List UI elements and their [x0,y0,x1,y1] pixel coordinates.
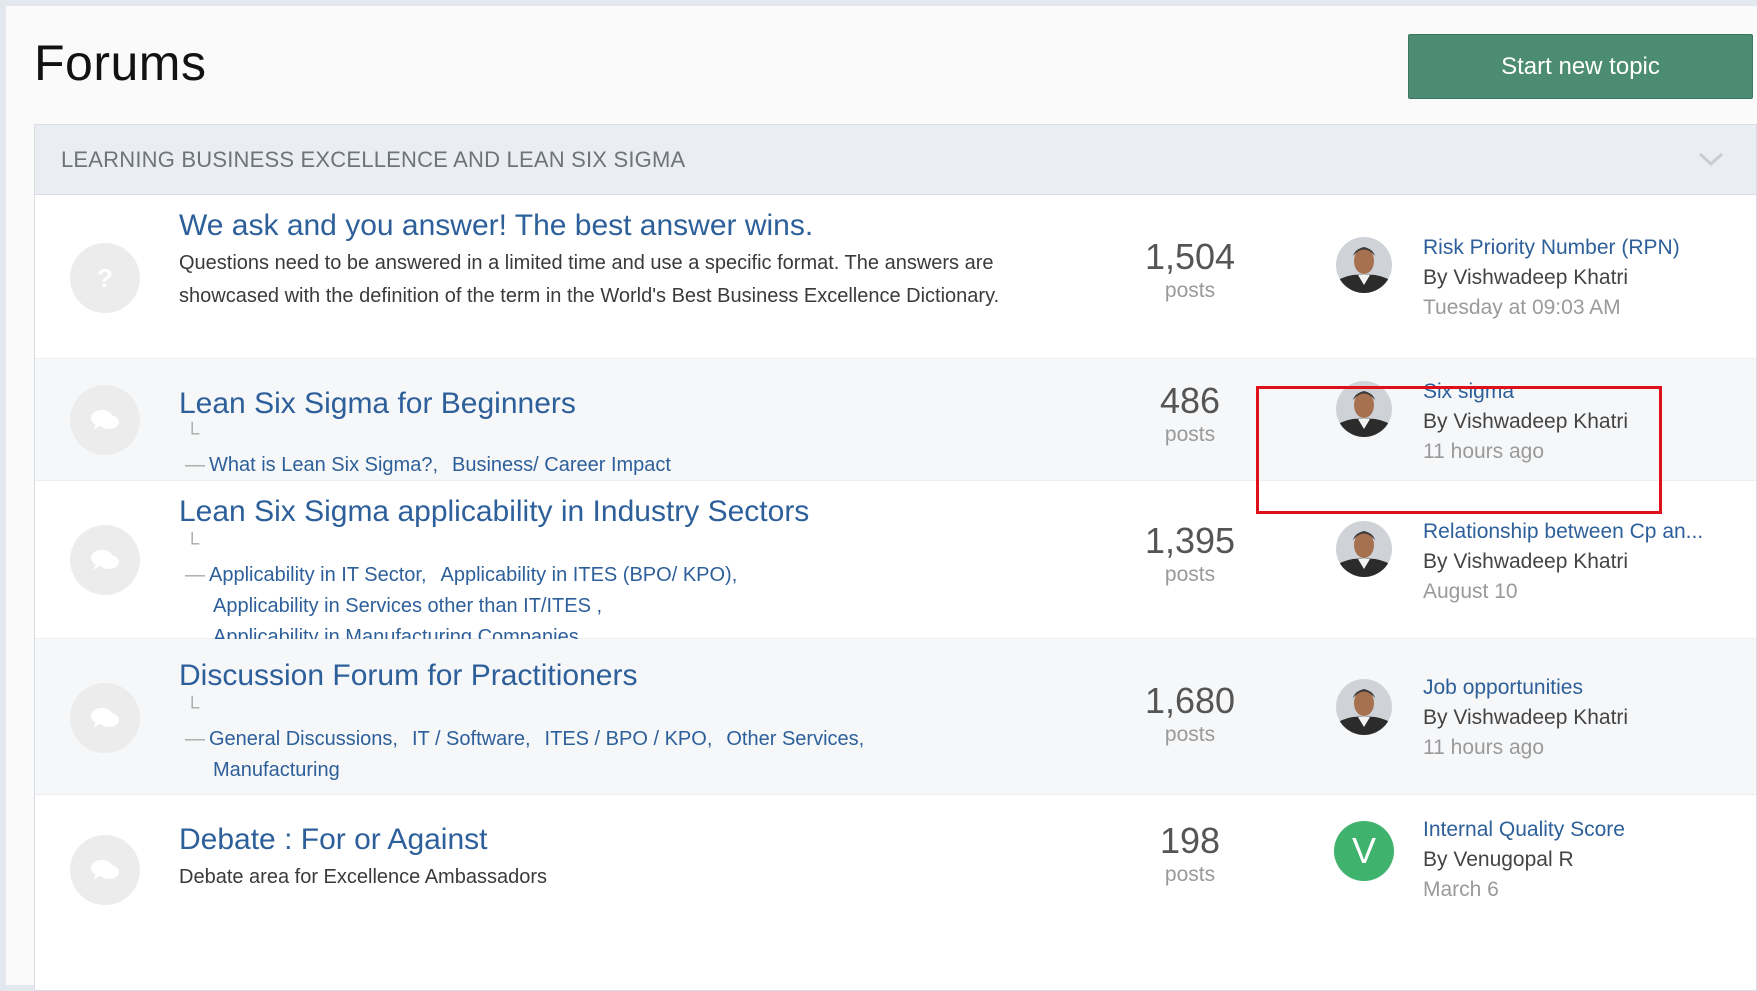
post-count: 198 posts [1115,821,1265,889]
page-title: Forums [34,35,207,91]
subforum-link[interactable]: Applicability in IT Sector, [209,564,427,586]
forum-row: Discussion Forum for Practitioners └— Gen… [35,639,1756,795]
forum-title[interactable]: Lean Six Sigma applicability in Industry… [179,495,809,529]
by-label: By [1423,266,1448,289]
subforum-list: └— General Discussions, IT / Software, ITES… [179,693,999,786]
last-post-info: Internal Quality Score By Venugopal R Ma… [1423,815,1723,905]
post-count: 1,395 posts [1115,521,1265,589]
avatar[interactable]: V [1334,821,1394,881]
post-count-value: 1,395 [1144,520,1236,561]
forum-row: Debate : For or Against Debate area for … [35,795,1756,935]
by-label: By [1423,706,1448,729]
post-count: 1,680 posts [1115,681,1265,749]
last-post-info: Risk Priority Number (RPN) By Vishwadeep… [1423,233,1723,323]
post-count-label: posts [1164,863,1216,886]
subforum-link[interactable]: Applicability in ITES (BPO/ KPO), [441,564,738,586]
last-post-title[interactable]: Relationship between Cp an... [1423,517,1723,547]
subforum-link[interactable]: Manufacturing [213,759,340,781]
subforum-link[interactable]: IT / Software, [412,728,531,750]
last-post-info: Relationship between Cp an... By Vishwad… [1423,517,1723,607]
last-post-author[interactable]: Vishwadeep Khatri [1453,550,1628,573]
post-count: 486 posts [1115,381,1265,449]
last-post-title[interactable]: Risk Priority Number (RPN) [1423,233,1723,263]
forum-category-section: LEARNING BUSINESS EXCELLENCE AND LEAN SI… [34,124,1757,991]
subforum-link[interactable]: What is Lean Six Sigma?, [209,454,438,476]
chat-bubbles-icon [70,525,140,595]
last-post-title[interactable]: Job opportunities [1423,673,1723,703]
page-container: Forums Start new topic LEARNING BUSINESS… [6,6,1757,991]
question-icon: ? [70,243,140,313]
subforum-link[interactable]: Applicability in Services other than IT/… [213,595,602,617]
last-post-author[interactable]: Venugopal R [1453,848,1573,871]
avatar[interactable] [1336,679,1392,735]
branch-icon: └— [185,697,205,750]
last-post-time: August 10 [1423,580,1518,603]
section-header: LEARNING BUSINESS EXCELLENCE AND LEAN SI… [35,125,1756,195]
forum-row: ? We ask and you answer! The best answer… [35,195,1756,359]
forum-row: Lean Six Sigma applicability in Industry… [35,481,1756,648]
last-post-info: Six sigma By Vishwadeep Khatri 11 hours … [1423,377,1723,467]
forum-description: Questions need to be answered in a limit… [179,252,1000,307]
by-label: By [1423,848,1448,871]
subforum-link[interactable]: Other Services, [726,728,864,750]
last-post-author[interactable]: Vishwadeep Khatri [1453,410,1628,433]
forum-title[interactable]: Discussion Forum for Practitioners [179,659,637,693]
forum-title[interactable]: Debate : For or Against [179,823,488,857]
post-count-value: 198 [1159,820,1221,861]
last-post-author[interactable]: Vishwadeep Khatri [1453,266,1628,289]
avatar[interactable] [1336,381,1392,437]
forum-row: Lean Six Sigma for Beginners └— What is L… [35,359,1756,481]
section-title: LEARNING BUSINESS EXCELLENCE AND LEAN SI… [61,146,686,172]
forum-title[interactable]: We ask and you answer! The best answer w… [179,209,813,243]
post-count-label: posts [1164,563,1216,586]
chat-bubbles-icon [70,835,140,905]
branch-icon: └— [185,423,205,476]
subforum-link[interactable]: Business/ Career Impact [452,454,671,476]
last-post-title[interactable]: Internal Quality Score [1423,815,1723,845]
start-new-topic-button[interactable]: Start new topic [1408,34,1753,99]
last-post-time: March 6 [1423,878,1499,901]
subforum-list: └— What is Lean Six Sigma?, Business/ Care… [179,419,999,481]
post-count-label: posts [1164,723,1216,746]
branch-icon: └— [185,533,205,586]
post-count-value: 1,680 [1144,680,1236,721]
last-post-time: 11 hours ago [1423,736,1545,759]
by-label: By [1423,550,1448,573]
last-post-time: Tuesday at 09:03 AM [1423,296,1621,319]
post-count-label: posts [1164,279,1216,302]
last-post-title[interactable]: Six sigma [1423,377,1723,407]
avatar[interactable] [1336,521,1392,577]
forum-description: Debate area for Excellence Ambassadors [179,866,547,888]
last-post-author[interactable]: Vishwadeep Khatri [1453,706,1628,729]
subforum-link[interactable]: General Discussions, [209,728,398,750]
post-count: 1,504 posts [1115,237,1265,305]
post-count-value: 486 [1159,380,1221,421]
last-post-time: 11 hours ago [1423,440,1545,463]
subforum-list: └— Applicability in IT Sector, Applicabili… [179,529,999,653]
avatar[interactable] [1336,237,1392,293]
forum-title[interactable]: Lean Six Sigma for Beginners [179,387,576,421]
chevron-down-icon[interactable] [1696,145,1726,173]
subforum-link[interactable]: ITES / BPO / KPO, [545,728,713,750]
by-label: By [1423,410,1448,433]
chat-bubbles-icon [70,385,140,455]
last-post-info: Job opportunities By Vishwadeep Khatri 1… [1423,673,1723,763]
post-count-value: 1,504 [1144,236,1236,277]
post-count-label: posts [1164,423,1216,446]
chat-bubbles-icon [70,683,140,753]
